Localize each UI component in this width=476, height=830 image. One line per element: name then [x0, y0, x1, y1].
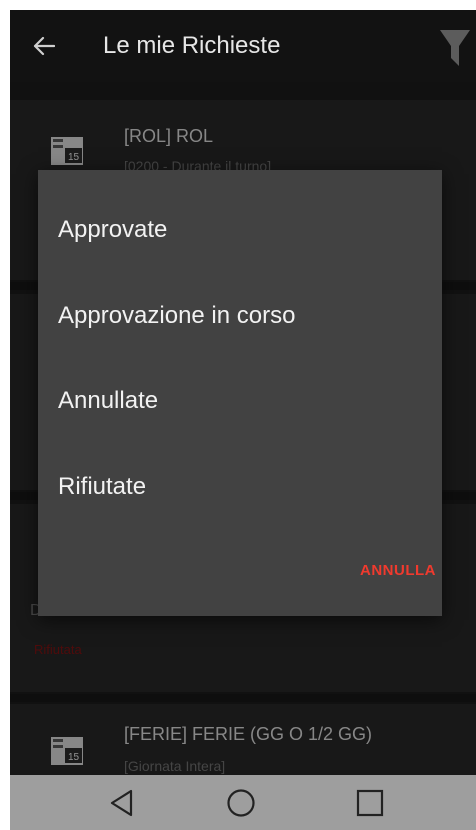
system-nav-bar — [10, 775, 476, 830]
option-rifiutate[interactable]: Rifiutate — [58, 471, 146, 503]
option-approvate[interactable]: Approvate — [58, 214, 167, 246]
page-title: Le mie Richieste — [103, 32, 281, 59]
option-annullate[interactable]: Annullate — [58, 385, 158, 417]
filter-funnel-icon — [440, 30, 470, 66]
circle-home-icon[interactable] — [221, 783, 261, 823]
square-recents-icon[interactable] — [350, 783, 390, 823]
filter-dialog: Approvate Approvazione in corso Annullat… — [38, 170, 442, 616]
option-approvazione-in-corso[interactable]: Approvazione in corso — [58, 300, 295, 332]
triangle-back-icon[interactable] — [102, 783, 142, 823]
app-screen: Le mie Richieste 15 [ROL] ROL [0200 - Du… — [10, 10, 476, 830]
app-bar: Le mie Richieste — [10, 10, 476, 82]
cancel-button[interactable]: ANNULLA — [360, 562, 436, 579]
arrow-left-icon — [33, 36, 55, 56]
filter-button[interactable] — [438, 28, 472, 68]
back-button[interactable] — [26, 28, 62, 64]
